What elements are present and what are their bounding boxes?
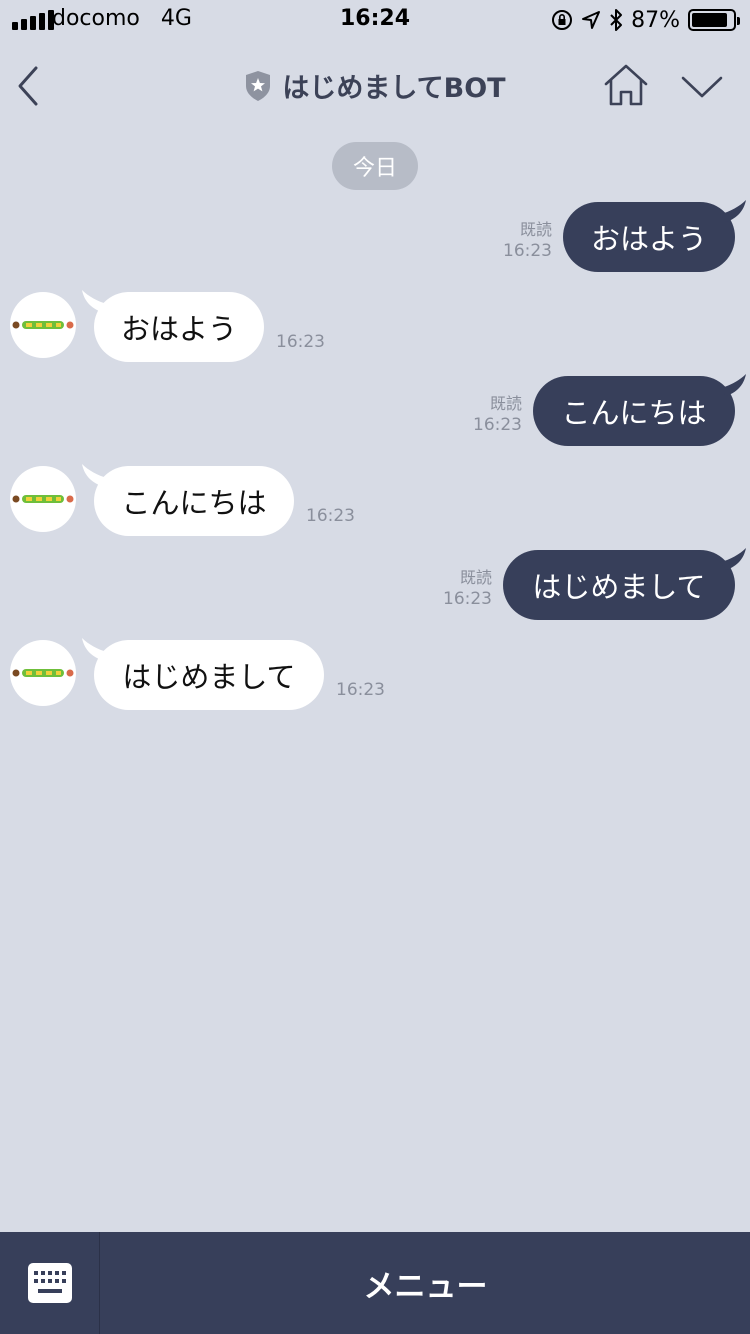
date-separator: 今日 bbox=[332, 142, 418, 190]
message-meta: 既読 16:23 bbox=[460, 394, 522, 436]
bot-avatar[interactable] bbox=[10, 466, 76, 532]
bluetooth-icon bbox=[610, 9, 623, 31]
read-receipt: 既読 bbox=[519, 220, 552, 239]
battery-icon bbox=[688, 9, 740, 31]
chevron-down-icon bbox=[681, 76, 723, 98]
message-time: 16:23 bbox=[336, 680, 385, 700]
message-meta: 既読 16:23 bbox=[490, 220, 552, 262]
rich-menu-bar: メニュー bbox=[0, 1232, 750, 1334]
status-bar: docomo 4G 16:24 87% bbox=[0, 0, 750, 40]
collapse-button[interactable] bbox=[680, 72, 724, 102]
bubble-tail bbox=[720, 548, 746, 570]
official-shield-icon bbox=[246, 70, 271, 101]
message-time: 16:23 bbox=[443, 589, 492, 609]
home-icon bbox=[604, 64, 648, 106]
chat-title: はじめましてBOT bbox=[282, 73, 506, 104]
keyboard-toggle-button[interactable] bbox=[0, 1232, 100, 1334]
read-receipt: 既読 bbox=[459, 568, 492, 587]
bot-avatar[interactable] bbox=[10, 640, 76, 706]
battery-fill bbox=[692, 13, 727, 27]
keyboard-icon bbox=[27, 1263, 72, 1303]
outgoing-message-bubble[interactable]: こんにちは bbox=[533, 376, 735, 446]
bubble-tail bbox=[720, 200, 746, 222]
bubble-tail bbox=[720, 374, 746, 396]
message-time: 16:23 bbox=[473, 415, 522, 435]
outgoing-message-bubble[interactable]: おはよう bbox=[563, 202, 735, 272]
battery-percent: 87% bbox=[631, 7, 680, 33]
incoming-message-bubble[interactable]: おはよう bbox=[94, 292, 264, 362]
menu-button[interactable]: メニュー bbox=[101, 1232, 750, 1334]
back-button[interactable] bbox=[12, 62, 48, 110]
bot-logo-icon bbox=[12, 669, 74, 677]
message-time: 16:23 bbox=[503, 241, 552, 261]
home-button[interactable] bbox=[602, 62, 650, 108]
orientation-lock-icon bbox=[552, 10, 573, 30]
outgoing-message-bubble[interactable]: はじめまして bbox=[503, 550, 735, 620]
bot-logo-icon bbox=[12, 495, 74, 503]
message-meta: 既読 16:23 bbox=[430, 568, 492, 610]
incoming-message-bubble[interactable]: こんにちは bbox=[94, 466, 294, 536]
status-right-group: 87% bbox=[551, 6, 740, 34]
incoming-message-bubble[interactable]: はじめまして bbox=[94, 640, 324, 710]
location-icon bbox=[582, 11, 601, 29]
message-time: 16:23 bbox=[276, 332, 325, 352]
chat-header: はじめましてBOT bbox=[0, 40, 750, 130]
bot-avatar[interactable] bbox=[10, 292, 76, 358]
back-icon bbox=[18, 66, 38, 106]
bot-logo-icon bbox=[12, 321, 74, 329]
message-time: 16:23 bbox=[306, 506, 355, 526]
read-receipt: 既読 bbox=[489, 394, 522, 413]
